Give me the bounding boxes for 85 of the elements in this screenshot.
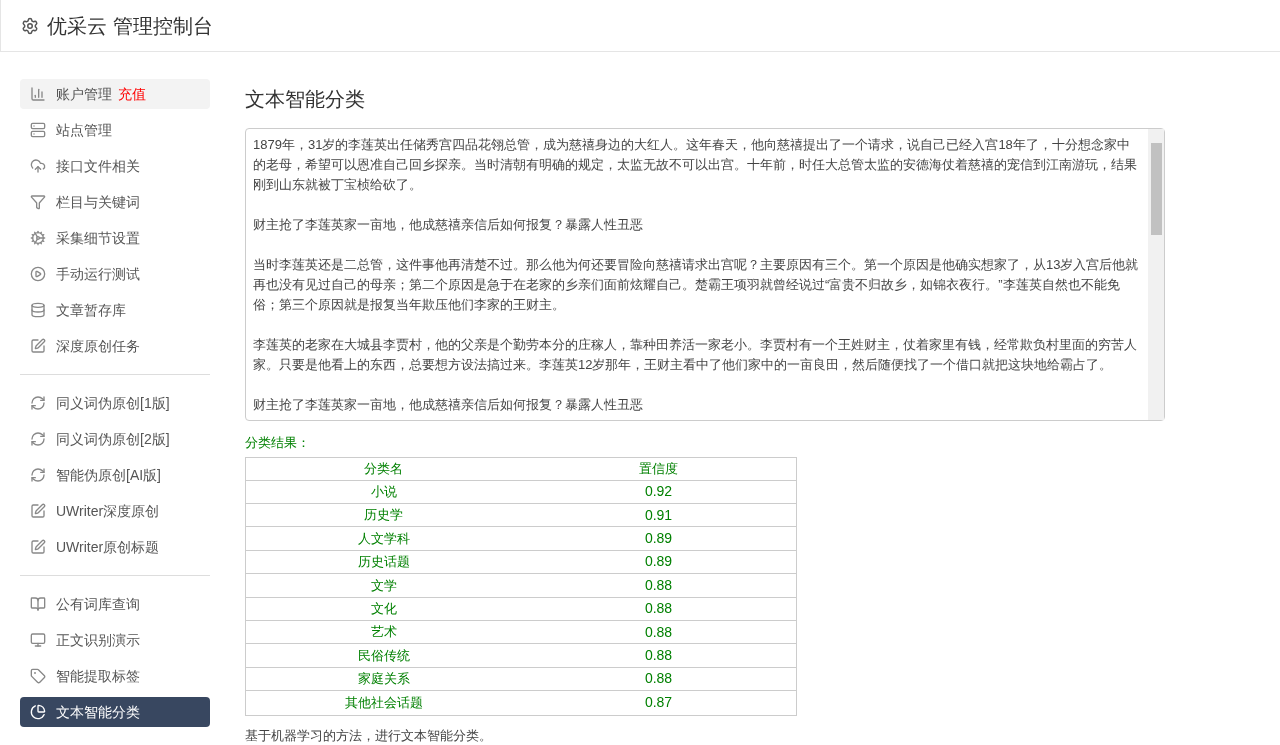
sidebar-label: 账户管理: [56, 84, 112, 104]
table-cell-text: 小说: [369, 483, 398, 502]
sidebar-label: 同义词伪原创[1版]: [56, 393, 170, 413]
play-icon: [30, 266, 46, 282]
table-cell-text: 民俗传统: [356, 646, 411, 665]
table-cell-text: 0.88: [643, 622, 674, 642]
console-title: 优采云 管理控制台: [47, 13, 213, 39]
sidebar-item[interactable]: 文章暂存库: [20, 295, 210, 325]
table-cell-text: 其他社会话题: [343, 694, 424, 713]
description-text: 基于机器学习的方法，进行文本智能分类。: [245, 726, 493, 745]
sidebar-label: 正文识别演示: [56, 630, 140, 650]
sidebar-item[interactable]: 采集细节设置: [20, 223, 210, 253]
recharge-link[interactable]: 充值: [118, 83, 146, 105]
table-cell-text: 文化: [369, 600, 398, 618]
sidebar-item[interactable]: 手动运行测试: [20, 259, 210, 289]
paragraph: 财主抢了李莲英家一亩地，他成慈禧亲信后如何报复？暴露人性丑恶: [253, 396, 644, 414]
table-cell-text: 0.91: [643, 505, 674, 525]
settings-icon[interactable]: [21, 16, 39, 35]
filter-icon: [30, 194, 46, 210]
table-cell-text: 历史学: [363, 506, 404, 525]
paragraph: 当时李莲英还是二总管，这件事他再清楚不过。那么他为何还要冒险向慈禧请求出宫呢？主要原因有三个。第一个原因是他确实想家了，从13岁入宫后他就再也没有见过自己的母亲；第二个原因是急于在老家的乡亲们面前炫耀自己。楚霸王项羽就曾经说过“富贵不归故乡，如锦衣夜行。”李莲英自然也不能免俗；第三个原因就是报复当年欺压他们李家的王财主。: [253, 256, 1140, 314]
sidebar-label: 接口文件相关: [56, 156, 140, 176]
sidebar-item[interactable]: 栏目与关键词: [20, 187, 210, 217]
sidebar-label: UWriter深度原创: [56, 501, 160, 521]
paragraph: 李莲英的老家在大城县李贾村，他的父亲是个勤劳本分的庄稼人，靠种田养活一家老小。李贾村有一个王姓财主，仗着家里有钱，经常欺负村里面的穷苦人家。只要是他看上的东西，总要想方设法搞过来。李莲英12岁那年，王财主看中了他们家中的一亩良田，然后随便找了一个借口就把这块地给霸占了。: [253, 336, 1138, 374]
sidebar-label: 栏目与关键词: [56, 192, 140, 212]
tag-icon: [30, 668, 46, 684]
refresh-icon: [30, 467, 46, 483]
sidebar-label: 智能提取标签: [56, 666, 140, 686]
column-header: 置信度: [638, 459, 679, 478]
refresh-icon: [30, 431, 46, 447]
paragraph: 财主抢了李莲英家一亩地，他成慈禧亲信后如何报复？暴露人性丑恶: [253, 216, 644, 234]
table-cell-text: 0.87: [643, 693, 674, 713]
sidebar-item[interactable]: 智能伪原创[AI版]: [20, 460, 210, 490]
edit-icon: [30, 539, 46, 555]
sidebar-label: 公有词库查询: [56, 594, 140, 614]
bar-chart-icon: [30, 86, 46, 102]
sidebar-item[interactable]: 智能提取标签: [20, 661, 210, 691]
sidebar-item[interactable]: 站点管理: [20, 115, 210, 145]
gears-icon: [30, 230, 46, 246]
edit-icon: [30, 338, 46, 354]
cloud-upload-icon: [30, 158, 46, 174]
scrollbar[interactable]: [1148, 129, 1164, 421]
pie-chart-icon: [30, 704, 46, 720]
table-cell-text: 人文学科: [356, 529, 411, 548]
sidebar-label: 文章暂存库: [56, 300, 126, 320]
table-cell-text: 历史话题: [356, 553, 411, 572]
table-cell-text: 家庭关系: [356, 670, 411, 689]
paragraph: 1879年，31岁的李莲英出任储秀宫四品花翎总管，成为慈禧身边的大红人。这年春天，他向慈禧提出了一个请求，说自己已经入宫18年了，十分想念家中的老母，希望可以恩准自己回乡探亲。当时清朝有明确的规定，太监无故不可以出宫。十年前，时任大总管太监的安德海仗着慈禧的宠信到江南游玩，结果刚到山东就被丁宝桢给砍了。: [253, 136, 1138, 194]
refresh-icon: [30, 395, 46, 411]
column-header: 分类名: [363, 459, 404, 478]
sidebar-label: UWriter原创标题: [56, 537, 160, 557]
table-cell-text: 文学: [369, 576, 398, 595]
table-cell-text: 0.89: [643, 552, 674, 572]
monitor-icon: [30, 632, 46, 648]
sidebar-item[interactable]: 账户管理 充值: [20, 79, 210, 109]
table-cell-text: 0.88: [643, 599, 674, 619]
table-cell-text: 0.88: [643, 646, 674, 665]
table-cell-text: 艺术: [369, 623, 398, 642]
book-icon: [30, 596, 46, 612]
database-icon: [30, 302, 46, 318]
sidebar-item[interactable]: 接口文件相关: [20, 151, 210, 181]
table-cell-text: 0.88: [643, 575, 674, 595]
sidebar-item[interactable]: UWriter原创标题: [20, 532, 210, 562]
sidebar-label: 采集细节设置: [56, 228, 140, 248]
table-cell-text: 0.89: [643, 529, 674, 549]
sidebar-item[interactable]: 同义词伪原创[1版]: [20, 388, 210, 418]
page-title: 文本智能分类: [245, 87, 366, 112]
sidebar-item[interactable]: 深度原创任务: [20, 331, 210, 361]
sidebar-item[interactable]: UWriter深度原创: [20, 496, 210, 526]
table-cell-text: 0.88: [643, 669, 674, 689]
sidebar-label: 手动运行测试: [56, 264, 140, 284]
sidebar-label: 智能伪原创[AI版]: [56, 465, 161, 485]
sidebar-label: 深度原创任务: [56, 336, 140, 356]
sidebar-item[interactable]: 公有词库查询: [20, 589, 210, 619]
table-cell-text: 0.92: [643, 482, 674, 502]
sidebar-label: 同义词伪原创[2版]: [56, 429, 170, 449]
sidebar-item[interactable]: 同义词伪原创[2版]: [20, 424, 210, 454]
sidebar-label: 文本智能分类: [56, 702, 140, 722]
server-icon: [30, 122, 46, 138]
edit-icon: [30, 503, 46, 519]
result-label: 分类结果：: [245, 434, 311, 453]
sidebar-item[interactable]: 文本智能分类: [20, 697, 210, 727]
sidebar-item[interactable]: 正文识别演示: [20, 625, 210, 655]
sidebar-label: 站点管理: [56, 120, 112, 140]
